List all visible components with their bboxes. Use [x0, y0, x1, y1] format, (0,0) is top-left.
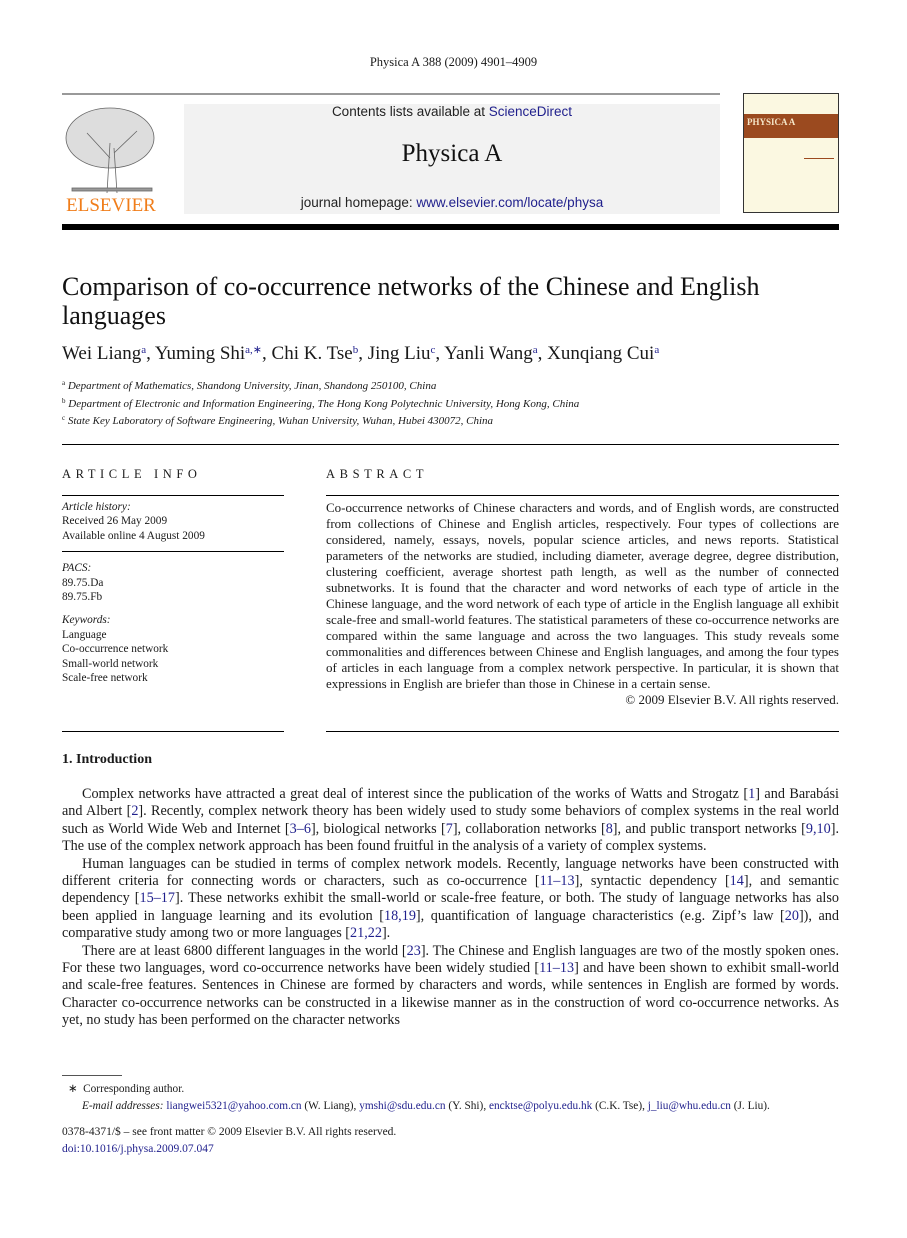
issn-line: 0378-4371/$ – see front matter © 2009 El…: [62, 1126, 397, 1138]
email-owner: (Y. Shi),: [445, 1100, 489, 1112]
elsevier-logo: ELSEVIER: [62, 103, 160, 216]
email-owner: (W. Liang),: [301, 1100, 360, 1112]
section-heading-introduction: 1. Introduction: [62, 752, 152, 767]
citation-link[interactable]: 20: [785, 908, 799, 924]
citation-link[interactable]: 3–6: [290, 821, 311, 837]
citation-link[interactable]: 14: [730, 873, 744, 889]
keywords-label: Keywords:: [62, 614, 111, 627]
author-affiliation-link[interactable]: a,∗: [245, 344, 262, 356]
email-addresses: E-mail addresses: liangwei5321@yahoo.com…: [62, 1098, 770, 1115]
affiliation-c: c State Key Laboratory of Software Engin…: [62, 414, 494, 427]
homepage-line: journal homepage: www.elsevier.com/locat…: [184, 195, 720, 210]
author-list: Wei Lianga, Yuming Shia,∗, Chi K. Tseb, …: [62, 343, 660, 364]
author-affiliation-link[interactable]: c: [431, 344, 436, 356]
homepage-link[interactable]: www.elsevier.com/locate/physa: [416, 195, 603, 210]
author-affiliation-link[interactable]: a: [654, 344, 659, 356]
divider: [62, 495, 284, 496]
corresponding-author-note: Corresponding author.: [83, 1083, 185, 1095]
doi-link[interactable]: doi:10.1016/j.physa.2009.07.047: [62, 1143, 214, 1155]
footnote: ∗ Corresponding author. E-mail addresses…: [62, 1081, 770, 1115]
journal-name: Physica A: [401, 140, 503, 167]
front-matter: 0378-4371/$ – see front matter © 2009 El…: [62, 1124, 396, 1158]
contents-line: Contents lists available at ScienceDirec…: [184, 104, 720, 119]
email-link[interactable]: liangwei5321@yahoo.com.cn: [166, 1100, 301, 1112]
citation-link[interactable]: 2: [131, 803, 138, 819]
citation-link[interactable]: 7: [446, 821, 453, 837]
email-owner: (C.K. Tse),: [592, 1100, 648, 1112]
email-owner: (J. Liu).: [730, 1100, 770, 1112]
article-info-heading: ARTICLE INFO: [62, 467, 202, 481]
citation-link[interactable]: 1: [748, 786, 755, 802]
keyword: Small-world network: [62, 657, 159, 670]
paragraph: Human languages can be studied in terms …: [62, 855, 839, 942]
email-link[interactable]: encktse@polyu.edu.hk: [489, 1100, 592, 1112]
email-link[interactable]: ymshi@sdu.edu.cn: [359, 1100, 445, 1112]
citation-link[interactable]: 11–13: [540, 873, 575, 889]
keyword: Scale-free network: [62, 672, 148, 685]
pacs-code: 89.75.Fb: [62, 591, 103, 604]
affiliation-b: b Department of Electronic and Informati…: [62, 397, 580, 410]
contents-prefix: Contents lists available at: [331, 104, 489, 119]
citation-link[interactable]: 8: [606, 821, 613, 837]
author: Wei Liang: [62, 343, 142, 364]
author: Chi K. Tse: [271, 343, 353, 364]
citation-link[interactable]: 15–17: [140, 890, 175, 906]
divider: [326, 731, 839, 732]
online-date: Available online 4 August 2009: [62, 529, 205, 542]
paragraph: There are at least 6800 different langua…: [62, 942, 839, 1029]
history-label: Article history:: [62, 501, 131, 513]
citation-link[interactable]: 23: [407, 943, 421, 959]
author-affiliation-link[interactable]: a: [533, 344, 538, 356]
journal-cover-image: PHYSICA A: [743, 93, 839, 213]
citation-link[interactable]: 18,19: [384, 908, 416, 924]
author: Xunqiang Cui: [547, 343, 655, 364]
journal-banner: Contents lists available at ScienceDirec…: [184, 104, 720, 214]
email-link[interactable]: j_liu@whu.edu.cn: [648, 1100, 731, 1112]
author: Yuming Shi: [154, 343, 246, 364]
divider: [62, 444, 839, 445]
citation-link[interactable]: 11–13: [539, 960, 574, 976]
keyword: Language: [62, 628, 107, 641]
received-date: Received 26 May 2009: [62, 515, 168, 528]
email-label: E-mail addresses:: [82, 1100, 164, 1112]
footnote-mark: ∗: [68, 1083, 78, 1095]
keyword: Co-occurrence network: [62, 643, 169, 656]
pacs-code: 89.75.Da: [62, 576, 104, 589]
pacs-label: PACS:: [62, 562, 92, 575]
affiliation-a: a Department of Mathematics, Shandong Un…: [62, 379, 437, 392]
citation-link[interactable]: 21,22: [350, 925, 382, 941]
header-rule: [62, 93, 720, 95]
introduction-body: Complex networks have attracted a great …: [62, 786, 839, 1030]
divider: [326, 495, 839, 496]
elsevier-wordmark: ELSEVIER: [66, 195, 156, 216]
homepage-prefix: journal homepage:: [300, 195, 417, 210]
author: Jing Liu: [367, 343, 431, 364]
abstract: Co-occurrence networks of Chinese charac…: [326, 500, 839, 708]
abstract-copyright: © 2009 Elsevier B.V. All rights reserved…: [625, 692, 839, 707]
divider: [62, 731, 284, 732]
author: Yanli Wang: [444, 343, 533, 364]
cover-title: PHYSICA A: [744, 114, 838, 138]
footnote-rule: [62, 1075, 122, 1076]
author-affiliation-link[interactable]: b: [353, 344, 359, 356]
article-info: Article history: Received 26 May 2009 Av…: [62, 500, 284, 685]
article-title: Comparison of co-occurrence networks of …: [62, 272, 760, 330]
header-thick-rule: [62, 224, 839, 230]
paragraph: Complex networks have attracted a great …: [62, 786, 839, 855]
running-head: Physica A 388 (2009) 4901–4909: [369, 55, 538, 69]
abstract-text: Co-occurrence networks of Chinese charac…: [326, 500, 840, 691]
author-affiliation-link[interactable]: a: [141, 344, 146, 356]
sciencedirect-link[interactable]: ScienceDirect: [489, 104, 572, 119]
abstract-heading: ABSTRACT: [326, 467, 429, 481]
citation-link[interactable]: 9,10: [806, 821, 831, 837]
